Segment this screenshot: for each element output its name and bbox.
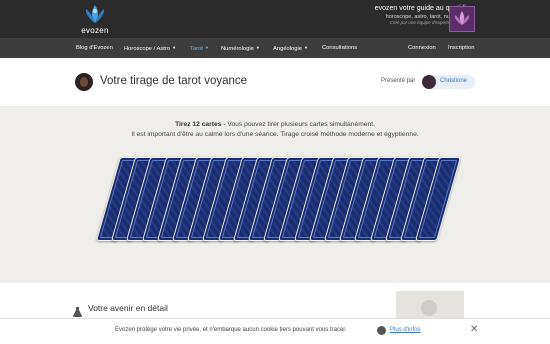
placeholder-icon xyxy=(421,300,437,316)
cookie-banner: Evozen protège votre vie privée, et n'em… xyxy=(0,318,550,344)
flask-icon xyxy=(73,302,82,317)
close-icon[interactable]: ✕ xyxy=(470,324,478,335)
cookie-text: Evozen protège votre vie privée, et n'em… xyxy=(115,327,347,333)
section-title: Votre avenir en détail xyxy=(88,303,168,313)
cookie-more-info-link[interactable]: Plus d'infos xyxy=(390,327,421,333)
cookie-icon xyxy=(377,326,386,335)
